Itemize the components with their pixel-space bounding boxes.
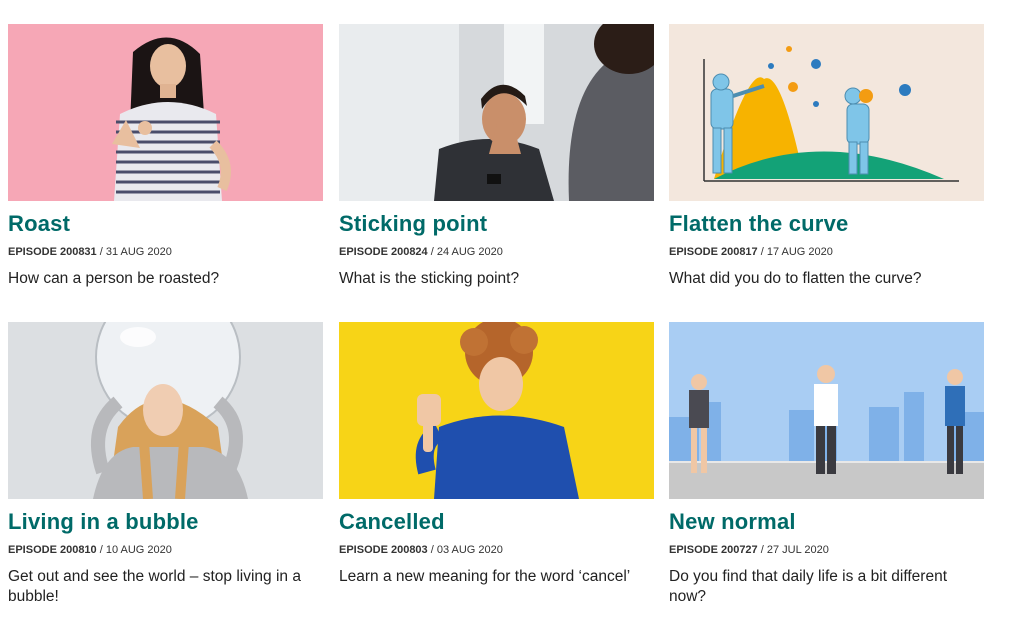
episode-card-cancelled[interactable]: Cancelled EPISODE 200803 / 03 AUG 2020 L… (339, 322, 654, 587)
episode-number: EPISODE 200727 (669, 544, 758, 556)
episode-title-link[interactable]: Sticking point (339, 211, 654, 237)
episode-date: 17 AUG 2020 (766, 246, 833, 258)
episode-thumbnail-living-in-a-bubble[interactable] (8, 322, 323, 499)
episode-number: EPISODE 200810 (8, 544, 97, 556)
episode-thumbnail-sticking-point[interactable] (339, 24, 654, 201)
episode-meta: EPISODE 200831 / 31 AUG 2020 (8, 246, 172, 258)
episode-title-link[interactable]: Roast (8, 211, 323, 237)
episode-number: EPISODE 200824 (339, 246, 428, 258)
episode-thumbnail-new-normal[interactable] (669, 322, 984, 499)
episode-meta: EPISODE 200803 / 03 AUG 2020 (339, 544, 503, 556)
episode-card-sticking-point[interactable]: Sticking point EPISODE 200824 / 24 AUG 2… (339, 24, 654, 289)
episode-card-flatten-the-curve[interactable]: Flatten the curve EPISODE 200817 / 17 AU… (669, 24, 984, 289)
flatten-curve-illustration (669, 24, 984, 201)
episode-thumbnail-flatten-the-curve[interactable] (669, 24, 984, 201)
episode-number: EPISODE 200817 (669, 246, 758, 258)
episode-description: How can a person be roasted? (8, 270, 220, 287)
episode-number: EPISODE 200803 (339, 544, 428, 556)
episode-meta: EPISODE 200810 / 10 AUG 2020 (8, 544, 172, 556)
episode-card-living-in-a-bubble[interactable]: Living in a bubble EPISODE 200810 / 10 A… (8, 322, 323, 607)
episode-thumbnail-roast[interactable] (8, 24, 323, 201)
episode-date: 10 AUG 2020 (105, 544, 172, 556)
episode-title-link[interactable]: Flatten the curve (669, 211, 984, 237)
episode-meta: EPISODE 200824 / 24 AUG 2020 (339, 246, 503, 258)
episode-meta: EPISODE 200727 / 27 JUL 2020 (669, 544, 829, 556)
episode-thumbnail-cancelled[interactable] (339, 322, 654, 499)
episode-date: 24 AUG 2020 (436, 246, 503, 258)
episode-description: What did you do to flatten the curve? (669, 270, 922, 287)
man-thinking-image (339, 24, 654, 201)
episode-date: 27 JUL 2020 (766, 544, 829, 556)
episode-card-roast[interactable]: Roast EPISODE 200831 / 31 AUG 2020 How c… (8, 24, 323, 289)
episode-meta: EPISODE 200817 / 17 AUG 2020 (669, 246, 833, 258)
episode-title-link[interactable]: New normal (669, 509, 984, 535)
episode-card-new-normal[interactable]: New normal EPISODE 200727 / 27 JUL 2020 … (669, 322, 984, 607)
woman-pointing-image (8, 24, 323, 201)
episode-description: Get out and see the world – stop living … (8, 568, 301, 605)
episode-number: EPISODE 200831 (8, 246, 97, 258)
episode-title-link[interactable]: Cancelled (339, 509, 654, 535)
episode-date: 31 AUG 2020 (105, 246, 172, 258)
episode-description: What is the sticking point? (339, 270, 520, 287)
man-thumbs-down-image (339, 322, 654, 499)
episode-date: 03 AUG 2020 (436, 544, 503, 556)
episode-description: Do you find that daily life is a bit dif… (669, 568, 948, 605)
people-with-masks-illustration (669, 322, 984, 499)
episode-title-link[interactable]: Living in a bubble (8, 509, 323, 535)
episode-description: Learn a new meaning for the word ‘cancel… (339, 568, 631, 585)
woman-in-bubble-image (8, 322, 323, 499)
